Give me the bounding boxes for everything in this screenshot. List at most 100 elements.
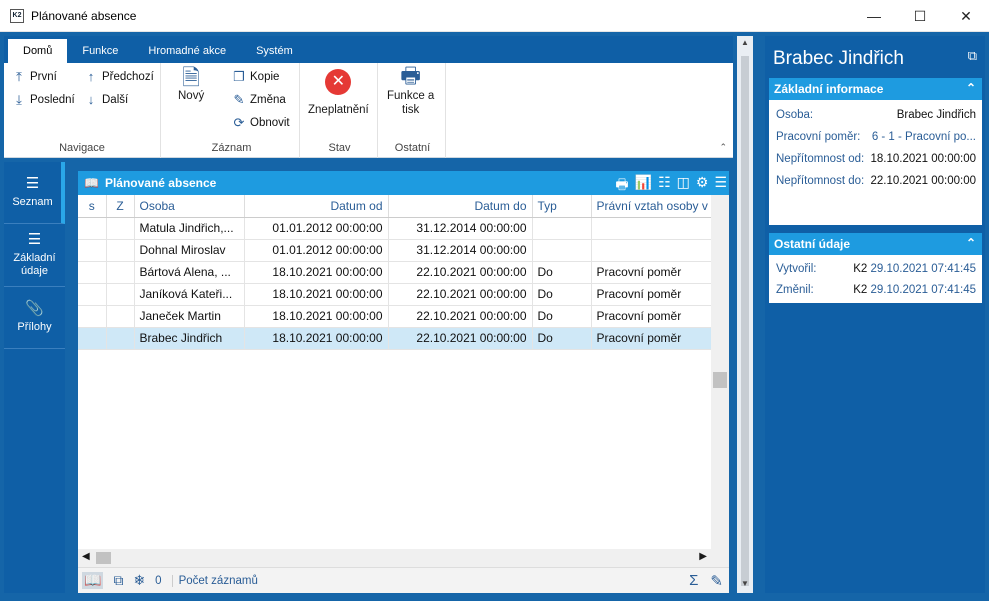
tab-funkce[interactable]: Funkce	[67, 39, 133, 63]
table-row[interactable]: Janíková Kateři... 18.10.2021 00:00:00 22.…	[78, 283, 712, 306]
table-cell[interactable]: 22.10.2021 00:00:00	[388, 283, 533, 306]
table-cell[interactable]: Pracovní poměr	[591, 283, 712, 306]
tab-system[interactable]: Systém	[241, 39, 308, 63]
table-cell[interactable]: 22.10.2021 00:00:00	[388, 327, 533, 350]
close-button[interactable]: ✕	[943, 0, 989, 32]
table-cell[interactable]	[532, 217, 592, 240]
table-cell[interactable]	[78, 327, 107, 350]
nav-seznam[interactable]: ☰ Seznam	[4, 162, 65, 224]
table-cell[interactable]: Do	[532, 305, 592, 328]
table-cell[interactable]: 31.12.2014 00:00:00	[388, 239, 533, 262]
column-header-s[interactable]: s	[78, 195, 107, 218]
maximize-button[interactable]: ☐	[897, 0, 943, 32]
scroll-thumb[interactable]	[741, 56, 749, 586]
collapse-ribbon-icon[interactable]: ⌃	[719, 142, 727, 153]
sum-icon[interactable]: Σ	[689, 572, 698, 590]
column-header-z[interactable]: Z	[106, 195, 135, 218]
table-cell[interactable]	[106, 283, 135, 306]
scroll-down-icon[interactable]: ▼	[739, 579, 751, 591]
print-icon[interactable]: 🖶	[615, 174, 628, 198]
table-cell[interactable]: 01.01.2012 00:00:00	[244, 239, 389, 262]
gear-icon[interactable]: ⚙	[696, 174, 709, 198]
functions-print-button[interactable]: 🖶 Funkce a tisk	[387, 65, 434, 117]
scroll-thumb[interactable]	[713, 372, 727, 388]
table-cell[interactable]: 18.10.2021 00:00:00	[244, 305, 389, 328]
chevron-up-icon[interactable]: ⌃	[966, 81, 976, 95]
scroll-right-icon[interactable]: ▶	[699, 551, 707, 562]
table-cell[interactable]: Pracovní poměr	[591, 305, 712, 328]
edit-icon[interactable]: ✎	[710, 572, 723, 590]
table-row[interactable]: Brabec Jindřich 18.10.2021 00:00:00 22.10.…	[78, 327, 712, 350]
first-button[interactable]: ⤒ První	[12, 69, 57, 85]
table-cell[interactable]	[78, 305, 107, 328]
table-cell[interactable]: 01.01.2012 00:00:00	[244, 217, 389, 240]
table-cell[interactable]: 18.10.2021 00:00:00	[244, 283, 389, 306]
table-cell[interactable]	[591, 217, 712, 240]
book-view-icon[interactable]: 📖	[82, 572, 104, 589]
table-cell[interactable]: Pracovní poměr	[591, 327, 712, 350]
table-cell[interactable]	[106, 327, 135, 350]
table-row[interactable]: Matula Jindřich,... 01.01.2012 00:00:00 31…	[78, 217, 712, 240]
table-cell[interactable]: Pracovní poměr	[591, 261, 712, 284]
table-row[interactable]: Bártová Alena, ... 18.10.2021 00:00:00 22.…	[78, 261, 712, 284]
scroll-left-icon[interactable]: ◀	[82, 551, 90, 562]
table-cell[interactable]: Janeček Martin	[134, 305, 245, 328]
table-cell[interactable]	[78, 217, 107, 240]
next-button[interactable]: ↓ Další	[84, 92, 128, 107]
horizontal-scrollbar[interactable]: ◀ ▶	[78, 549, 729, 567]
column-header-datum-od[interactable]: Datum od	[244, 195, 389, 218]
table-cell[interactable]	[106, 217, 135, 240]
table-cell[interactable]: Matula Jindřich,...	[134, 217, 245, 240]
table-cell[interactable]	[78, 261, 107, 284]
table-cell[interactable]	[106, 239, 135, 262]
column-header-osoba[interactable]: Osoba	[134, 195, 245, 218]
table-cell[interactable]: 31.12.2014 00:00:00	[388, 217, 533, 240]
nav-prilohy[interactable]: 📎 Přílohy	[4, 287, 65, 349]
snowflake-icon[interactable]: ❄	[133, 572, 145, 589]
table-cell[interactable]: Do	[532, 327, 592, 350]
scroll-thumb[interactable]	[96, 552, 111, 564]
previous-button[interactable]: ↑ Předchozí	[84, 69, 154, 84]
record-count-label[interactable]: Počet záznamů	[171, 574, 258, 587]
invalidate-button[interactable]: ✕ Zneplatnění	[308, 69, 369, 117]
vertical-scrollbar[interactable]	[711, 195, 729, 549]
filter-icon[interactable]: ⧉	[113, 572, 123, 589]
basic-info-header[interactable]: Základní informace ⌃	[769, 78, 982, 100]
hierarchy-icon[interactable]: ☷	[658, 174, 671, 198]
popout-icon[interactable]: ⧉	[968, 48, 977, 64]
tab-hromadne-akce[interactable]: Hromadné akce	[133, 39, 241, 63]
table-cell[interactable]: Brabec Jindřich	[134, 327, 245, 350]
table-cell[interactable]: 22.10.2021 00:00:00	[388, 261, 533, 284]
chevron-up-icon[interactable]: ⌃	[966, 236, 976, 250]
table-cell[interactable]	[78, 239, 107, 262]
columns-icon[interactable]: ◫	[677, 174, 690, 198]
last-button[interactable]: ⤓ Poslední	[12, 92, 75, 108]
column-header-datum-do[interactable]: Datum do	[388, 195, 533, 218]
refresh-button[interactable]: ⟳ Obnovit	[232, 115, 290, 131]
table-cell[interactable]: Dohnal Miroslav	[134, 239, 245, 262]
minimize-button[interactable]: —	[851, 0, 897, 32]
table-row[interactable]: Janeček Martin 18.10.2021 00:00:00 22.10.2…	[78, 305, 712, 328]
column-header-pravni-vztah[interactable]: Právní vztah osoby v d	[591, 195, 712, 218]
table-cell[interactable]: Do	[532, 261, 592, 284]
table-cell[interactable]	[106, 261, 135, 284]
change-button[interactable]: ✎ Změna	[232, 92, 286, 108]
table-cell[interactable]	[532, 239, 592, 262]
other-info-header[interactable]: Ostatní údaje ⌃	[769, 233, 982, 255]
table-cell[interactable]	[78, 283, 107, 306]
table-cell[interactable]: 18.10.2021 00:00:00	[244, 327, 389, 350]
nav-zakladni-udaje[interactable]: ☰ Základní údaje	[4, 224, 65, 287]
table-cell[interactable]: Janíková Kateři...	[134, 283, 245, 306]
main-vertical-scrollbar[interactable]: ▲ ▼	[737, 36, 753, 593]
table-cell[interactable]: 18.10.2021 00:00:00	[244, 261, 389, 284]
copy-button[interactable]: ❐ Kopie	[232, 69, 279, 85]
column-header-typ[interactable]: Typ	[532, 195, 592, 218]
scroll-up-icon[interactable]: ▲	[739, 38, 751, 50]
table-cell[interactable]: Do	[532, 283, 592, 306]
new-button[interactable]: 🗎 Nový	[178, 67, 204, 103]
table-cell[interactable]: 22.10.2021 00:00:00	[388, 305, 533, 328]
tab-domu[interactable]: Domů	[8, 39, 68, 63]
table-row[interactable]: Dohnal Miroslav 01.01.2012 00:00:00 31.12.…	[78, 239, 712, 262]
chart-icon[interactable]: 📊	[635, 174, 652, 198]
table-cell[interactable]	[591, 239, 712, 262]
